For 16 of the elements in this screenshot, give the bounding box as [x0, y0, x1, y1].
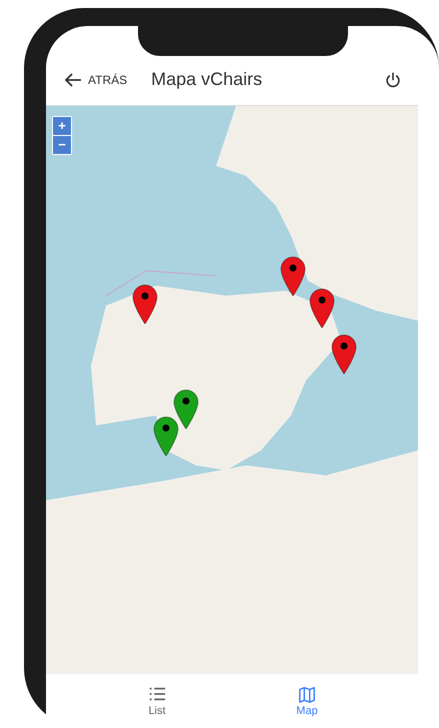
map-pin-icon[interactable]	[153, 416, 179, 456]
map-pin-icon[interactable]	[309, 288, 335, 328]
power-icon[interactable]	[384, 70, 402, 88]
tab[interactable]: Map	[232, 674, 382, 728]
tab[interactable]: List	[82, 674, 232, 728]
zoom-out-button[interactable]: −	[53, 136, 71, 154]
page-title: Mapa vChairs	[151, 69, 264, 90]
zoom-in-button[interactable]: +	[53, 117, 71, 135]
map-pin-icon[interactable]	[331, 334, 357, 374]
back-arrow-icon	[64, 72, 82, 88]
folded-map-icon	[297, 685, 317, 703]
list-icon	[147, 685, 167, 703]
map-pin-icon[interactable]	[173, 389, 199, 429]
map-pin-icon[interactable]	[132, 284, 158, 324]
back-button[interactable]: ATRÁS	[62, 68, 130, 92]
map-pin-icon[interactable]	[280, 256, 306, 296]
